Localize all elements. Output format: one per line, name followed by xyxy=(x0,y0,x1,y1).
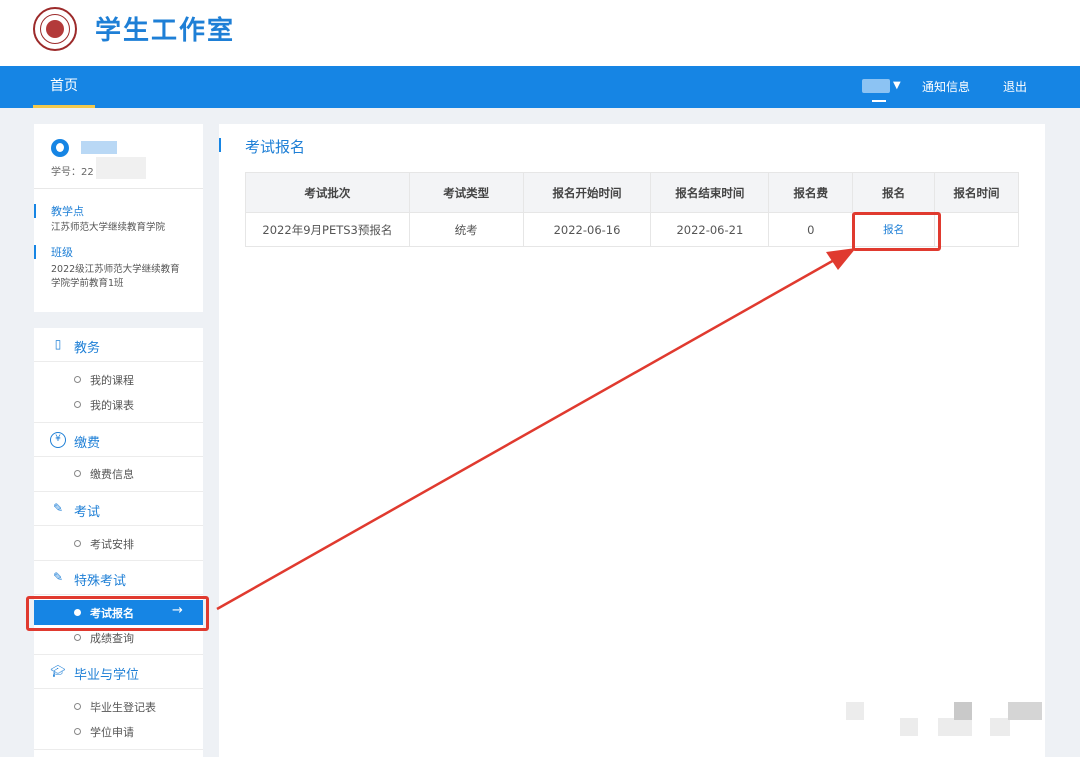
cell-fee: 0 xyxy=(768,212,854,247)
menu-group-label: 缴费 xyxy=(74,436,101,451)
teaching-point-label: 教学点 xyxy=(51,205,84,218)
page-title: 考试报名 xyxy=(245,138,306,156)
menu-item-my-courses[interactable]: 我的课程 xyxy=(34,367,203,392)
teaching-point-value: 江苏师范大学继续教育学院 xyxy=(51,222,166,233)
user-icon xyxy=(51,139,69,157)
nav-active-underline xyxy=(33,105,95,108)
cell-batch: 2022年9月PETS3预报名 xyxy=(245,212,410,247)
class-value-line1: 2022级江苏师范大学继续教育 xyxy=(51,264,180,275)
cell-end: 2022-06-21 xyxy=(650,212,770,247)
menu-group-label: 毕业与学位 xyxy=(74,668,140,683)
menu-item-label: 缴费信息 xyxy=(90,468,134,481)
menu-item-label: 考试安排 xyxy=(90,538,134,551)
app-title: 学生工作室 xyxy=(95,16,236,46)
nav-home-tab[interactable]: 首页 xyxy=(33,66,95,108)
user-menu-avatar[interactable] xyxy=(862,79,890,93)
col-header-batch: 考试批次 xyxy=(245,172,410,213)
menu-item-label: 成绩查询 xyxy=(90,632,134,645)
title-marker xyxy=(219,138,221,152)
section-marker xyxy=(34,245,36,259)
menu-item-label: 我的课程 xyxy=(90,374,134,387)
watermark xyxy=(954,702,972,720)
profile-card: 学号：22 教学点 江苏师范大学继续教育学院 班级 2022级江苏师范大学继续教… xyxy=(34,124,203,312)
menu-group-exam[interactable]: ✎ 考试 xyxy=(34,492,203,526)
watermark xyxy=(846,702,864,720)
menu-item-exam-schedule[interactable]: 考试安排 xyxy=(34,531,203,556)
student-id: 学号：22 xyxy=(51,167,94,178)
col-header-fee: 报名费 xyxy=(768,172,854,213)
side-menu: ▯ 教务 我的课程 我的课表 ¥ 缴费 缴费信息 ✎ 考试 考试安排 ✎ 特殊考… xyxy=(34,328,203,757)
yen-icon: ¥ xyxy=(50,432,66,448)
pencil-icon: ✎ xyxy=(52,501,64,515)
col-header-register: 报名 xyxy=(852,172,936,213)
nav-home-label: 首页 xyxy=(50,78,78,94)
table-header-row: 考试批次 考试类型 报名开始时间 报名结束时间 报名费 报名 报名时间 xyxy=(245,172,1019,213)
main-navbar: 首页 ▼ 通知信息 退出 xyxy=(0,66,1080,108)
menu-group-label: 考试 xyxy=(74,505,101,520)
menu-item-degree-application[interactable]: 学位申请 xyxy=(34,719,203,744)
menu-item-my-schedule[interactable]: 我的课表 xyxy=(34,392,203,417)
cell-type: 统考 xyxy=(408,212,524,247)
menu-item-graduate-form[interactable]: 毕业生登记表 xyxy=(34,694,203,719)
cell-reg-time xyxy=(934,212,1019,247)
menu-group-special-exam[interactable]: ✎ 特殊考试 xyxy=(34,561,203,595)
menu-item-payment-info[interactable]: 缴费信息 xyxy=(34,461,203,486)
menu-group-graduation[interactable]: 🎓︎ 毕业与学位 xyxy=(34,655,203,689)
col-header-end: 报名结束时间 xyxy=(650,172,770,213)
chevron-down-icon[interactable]: ▼ xyxy=(893,80,901,91)
register-highlight-box xyxy=(852,212,941,251)
menu-item-label: 学位申请 xyxy=(90,726,134,739)
nav-logout-link[interactable]: 退出 xyxy=(1003,66,1027,108)
menu-group-payment[interactable]: ¥ 缴费 xyxy=(34,423,203,457)
student-id-redacted xyxy=(96,157,146,179)
class-label: 班级 xyxy=(51,246,73,259)
book-gear-icon: ▯ xyxy=(54,337,62,351)
col-header-type: 考试类型 xyxy=(408,172,524,213)
col-header-reg-time: 报名时间 xyxy=(934,172,1019,213)
menu-item-label: 毕业生登记表 xyxy=(90,701,156,714)
menu-highlight-box xyxy=(26,596,209,631)
watermark xyxy=(990,718,1010,736)
user-menu-underline xyxy=(872,100,886,102)
class-value-line2: 学院学前教育1班 xyxy=(51,278,124,289)
pencil-icon: ✎ xyxy=(52,570,64,584)
menu-group-academic[interactable]: ▯ 教务 xyxy=(34,328,203,362)
student-name-redacted xyxy=(81,141,117,154)
col-header-start: 报名开始时间 xyxy=(522,172,652,213)
top-header: 学生工作室 xyxy=(0,0,1080,66)
cell-start: 2022-06-16 xyxy=(522,212,652,247)
watermark xyxy=(1008,702,1042,720)
graduation-cap-icon: 🎓︎ xyxy=(50,664,66,678)
menu-group-label: 特殊考试 xyxy=(74,574,127,589)
watermark xyxy=(900,718,918,736)
watermark xyxy=(938,718,972,736)
nav-notice-link[interactable]: 通知信息 xyxy=(922,66,970,108)
menu-group-label: 教务 xyxy=(74,341,101,356)
university-seal-logo xyxy=(33,7,77,51)
menu-item-label: 我的课表 xyxy=(90,399,134,412)
section-marker xyxy=(34,204,36,218)
